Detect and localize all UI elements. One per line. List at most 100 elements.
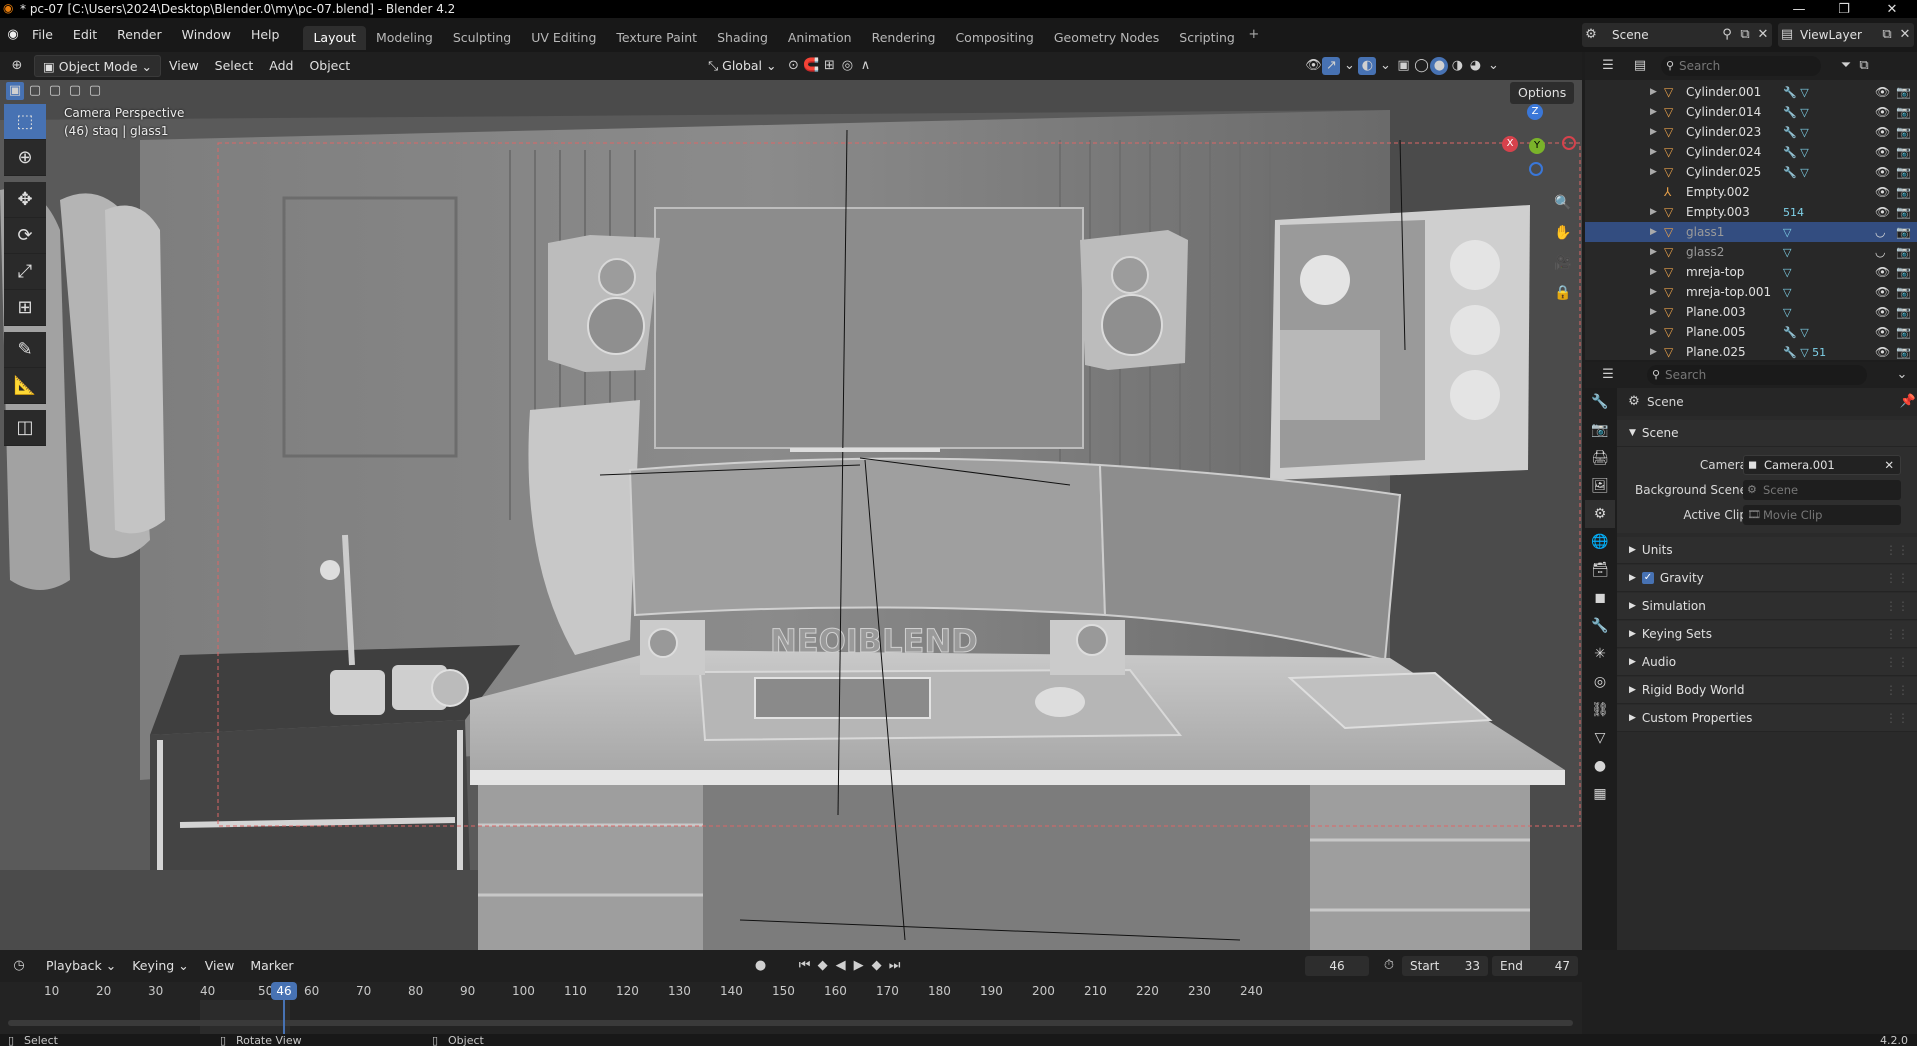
menu-keying[interactable]: Keying ⌄ bbox=[124, 955, 196, 977]
select-box-tool[interactable]: ⬚ bbox=[4, 104, 46, 140]
wireframe-shading-icon[interactable]: ◯ bbox=[1412, 57, 1430, 75]
visibility-eye-icon[interactable]: 👁 bbox=[1875, 265, 1890, 279]
modifier-tab-icon[interactable]: 🔧 bbox=[1585, 612, 1615, 640]
gizmo-toggle-icon[interactable]: ↗ bbox=[1322, 57, 1341, 75]
rotate-tool[interactable]: ⟳ bbox=[4, 218, 46, 254]
outliner-row[interactable]: ▶ ▽ glass1 ▽ ◡ 📷 bbox=[1585, 222, 1917, 242]
start-frame-field[interactable]: Start 33 bbox=[1402, 956, 1488, 976]
close-icon[interactable]: ✕ bbox=[1870, 0, 1914, 18]
outliner-row[interactable]: ▶ ▽ mreja-top ▽ 👁 📷 bbox=[1585, 262, 1917, 282]
outliner-row[interactable]: ▶ ▽ Empty.003 514 👁 📷 bbox=[1585, 202, 1917, 222]
tab-animation[interactable]: Animation bbox=[778, 26, 862, 50]
scene-tab-icon[interactable]: ⚙ bbox=[1585, 500, 1615, 528]
output-tab-icon[interactable]: 🖨 bbox=[1585, 444, 1615, 472]
gizmo-dropdown-icon[interactable]: ⌄ bbox=[1340, 57, 1358, 75]
outliner-row[interactable]: ▶ ▽ Cylinder.024 🔧 ▽ 👁 📷 bbox=[1585, 142, 1917, 162]
select-extend-icon[interactable]: ▢ bbox=[26, 82, 44, 100]
options-button[interactable]: Options bbox=[1510, 82, 1575, 104]
gravity-checkbox[interactable]: ✓ bbox=[1641, 572, 1654, 584]
falloff-icon[interactable]: ∧ bbox=[856, 57, 874, 75]
scene-panel-header[interactable]: ▼ Scene bbox=[1617, 420, 1917, 447]
render-camera-icon[interactable]: 📷 bbox=[1896, 165, 1911, 179]
render-tab-icon[interactable]: 📷 bbox=[1585, 416, 1615, 444]
expand-arrow-icon[interactable]: ▶ bbox=[1650, 207, 1664, 217]
annotate-tool[interactable]: ✎ bbox=[4, 332, 46, 368]
view-layer-selector[interactable]: ▤ ViewLayer ⧉ ✕ bbox=[1778, 23, 1914, 47]
menu-object[interactable]: Object bbox=[301, 55, 358, 77]
visibility-eye-icon[interactable]: 👁 bbox=[1875, 285, 1890, 299]
outliner-row[interactable]: ▶ ▽ Cylinder.023 🔧 ▽ 👁 📷 bbox=[1585, 122, 1917, 142]
render-camera-icon[interactable]: 📷 bbox=[1896, 305, 1911, 319]
editor-type-icon[interactable]: ⊕ bbox=[8, 57, 26, 75]
overlay-dropdown-icon[interactable]: ⌄ bbox=[1376, 57, 1394, 75]
drag-handle-icon[interactable]: ⋮⋮ bbox=[1885, 599, 1909, 613]
render-camera-icon[interactable]: 📷 bbox=[1896, 245, 1911, 259]
lock-icon[interactable]: 🔒 bbox=[1550, 280, 1576, 306]
outliner-row[interactable]: ▶ ▽ Cylinder.025 🔧 ▽ 👁 📷 bbox=[1585, 162, 1917, 182]
pivot-icon[interactable]: ⊙ bbox=[784, 57, 802, 75]
properties-search[interactable]: ⚲ Search bbox=[1647, 365, 1867, 385]
visibility-eye-icon[interactable]: 👁 bbox=[1875, 165, 1890, 179]
outliner-row[interactable]: ▶ ▽ Cylinder.014 🔧 ▽ 👁 📷 bbox=[1585, 102, 1917, 122]
active-clip-field[interactable]: 🎞 Movie Clip bbox=[1743, 504, 1901, 525]
outliner-row[interactable]: ⅄ Empty.002 👁 📷 bbox=[1585, 182, 1917, 202]
outliner-row[interactable]: ▶ ▽ mreja-top.001 ▽ 👁 📷 bbox=[1585, 282, 1917, 302]
shading-dropdown-icon[interactable]: ⌄ bbox=[1484, 57, 1502, 75]
render-camera-icon[interactable]: 📷 bbox=[1896, 265, 1911, 279]
texture-tab-icon[interactable]: ▦ bbox=[1585, 780, 1615, 808]
gizmo-neg-x[interactable] bbox=[1562, 136, 1576, 150]
visibility-eye-icon[interactable]: 👁 bbox=[1875, 325, 1890, 339]
timeline-editor-icon[interactable]: ◷ bbox=[10, 957, 28, 975]
tab-texture-paint[interactable]: Texture Paint bbox=[606, 26, 707, 50]
maximize-icon[interactable]: ❐ bbox=[1822, 0, 1866, 18]
visibility-eye-icon[interactable]: 👁 bbox=[1875, 185, 1890, 199]
move-tool[interactable]: ✥ bbox=[4, 182, 46, 218]
play-icon[interactable]: ▶ bbox=[850, 957, 868, 975]
add-workspace-icon[interactable]: + bbox=[1245, 26, 1263, 44]
select-new-icon[interactable]: ▣ bbox=[6, 82, 24, 100]
render-camera-icon[interactable]: 📷 bbox=[1896, 105, 1911, 119]
render-camera-icon[interactable]: 📷 bbox=[1896, 145, 1911, 159]
render-camera-icon[interactable]: 📷 bbox=[1896, 345, 1911, 359]
proportional-icon[interactable]: ◎ bbox=[838, 57, 856, 75]
select-intersect-icon[interactable]: ▢ bbox=[86, 82, 104, 100]
expand-arrow-icon[interactable]: ▶ bbox=[1650, 307, 1664, 317]
expand-arrow-icon[interactable]: ▶ bbox=[1650, 147, 1664, 157]
expand-arrow-icon[interactable]: ▶ bbox=[1650, 87, 1664, 97]
expand-arrow-icon[interactable]: ▶ bbox=[1650, 327, 1664, 337]
orientation-dropdown[interactable]: ⤡ Global ⌄ bbox=[700, 55, 784, 77]
physics-tab-icon[interactable]: ◎ bbox=[1585, 668, 1615, 696]
delete-layer-icon[interactable]: ✕ bbox=[1896, 26, 1914, 44]
section-audio[interactable]: ▶ Audio ⋮⋮ bbox=[1617, 649, 1917, 676]
render-camera-icon[interactable]: 📷 bbox=[1896, 85, 1911, 99]
menu-help[interactable]: Help bbox=[241, 18, 290, 52]
material-shading-icon[interactable]: ◑ bbox=[1448, 57, 1466, 75]
expand-arrow-icon[interactable]: ▶ bbox=[1650, 107, 1664, 117]
tab-sculpting[interactable]: Sculpting bbox=[443, 26, 521, 50]
expand-arrow-icon[interactable]: ▶ bbox=[1650, 167, 1664, 177]
section-keying-sets[interactable]: ▶ Keying Sets ⋮⋮ bbox=[1617, 621, 1917, 648]
minimize-icon[interactable]: — bbox=[1777, 0, 1821, 18]
jump-start-icon[interactable]: ⏮ bbox=[796, 957, 814, 975]
mode-dropdown[interactable]: ▣ Object Mode ⌄ bbox=[34, 55, 161, 77]
tab-modeling[interactable]: Modeling bbox=[366, 26, 443, 50]
collection-tab-icon[interactable]: 🗃 bbox=[1585, 556, 1615, 584]
properties-editor-icon[interactable]: ☰ bbox=[1599, 366, 1617, 384]
transform-tool[interactable]: ⊞ bbox=[4, 290, 46, 326]
menu-render[interactable]: Render bbox=[107, 18, 172, 52]
expand-arrow-icon[interactable]: ▶ bbox=[1650, 247, 1664, 257]
measure-tool[interactable]: 📐 bbox=[4, 368, 46, 404]
camera-view-icon[interactable]: 🎥 bbox=[1550, 250, 1576, 276]
autokey-icon[interactable]: ● bbox=[752, 957, 770, 975]
new-scene-icon[interactable]: ⧉ bbox=[1736, 26, 1754, 44]
menu-view[interactable]: View bbox=[161, 55, 207, 77]
visibility-eye-icon[interactable]: 👁 bbox=[1875, 345, 1890, 359]
drag-handle-icon[interactable]: ⋮⋮ bbox=[1885, 627, 1909, 641]
menu-file[interactable]: File bbox=[22, 18, 63, 52]
menu-window[interactable]: Window bbox=[172, 18, 241, 52]
gizmo-x-axis[interactable]: X bbox=[1502, 136, 1518, 152]
outliner-editor-icon[interactable]: ☰ bbox=[1599, 57, 1617, 75]
end-frame-field[interactable]: End 47 bbox=[1492, 956, 1578, 976]
scene-selector[interactable]: ⚙ Scene ⚲ ⧉ ✕ bbox=[1582, 23, 1772, 47]
tab-geometry-nodes[interactable]: Geometry Nodes bbox=[1044, 26, 1169, 50]
